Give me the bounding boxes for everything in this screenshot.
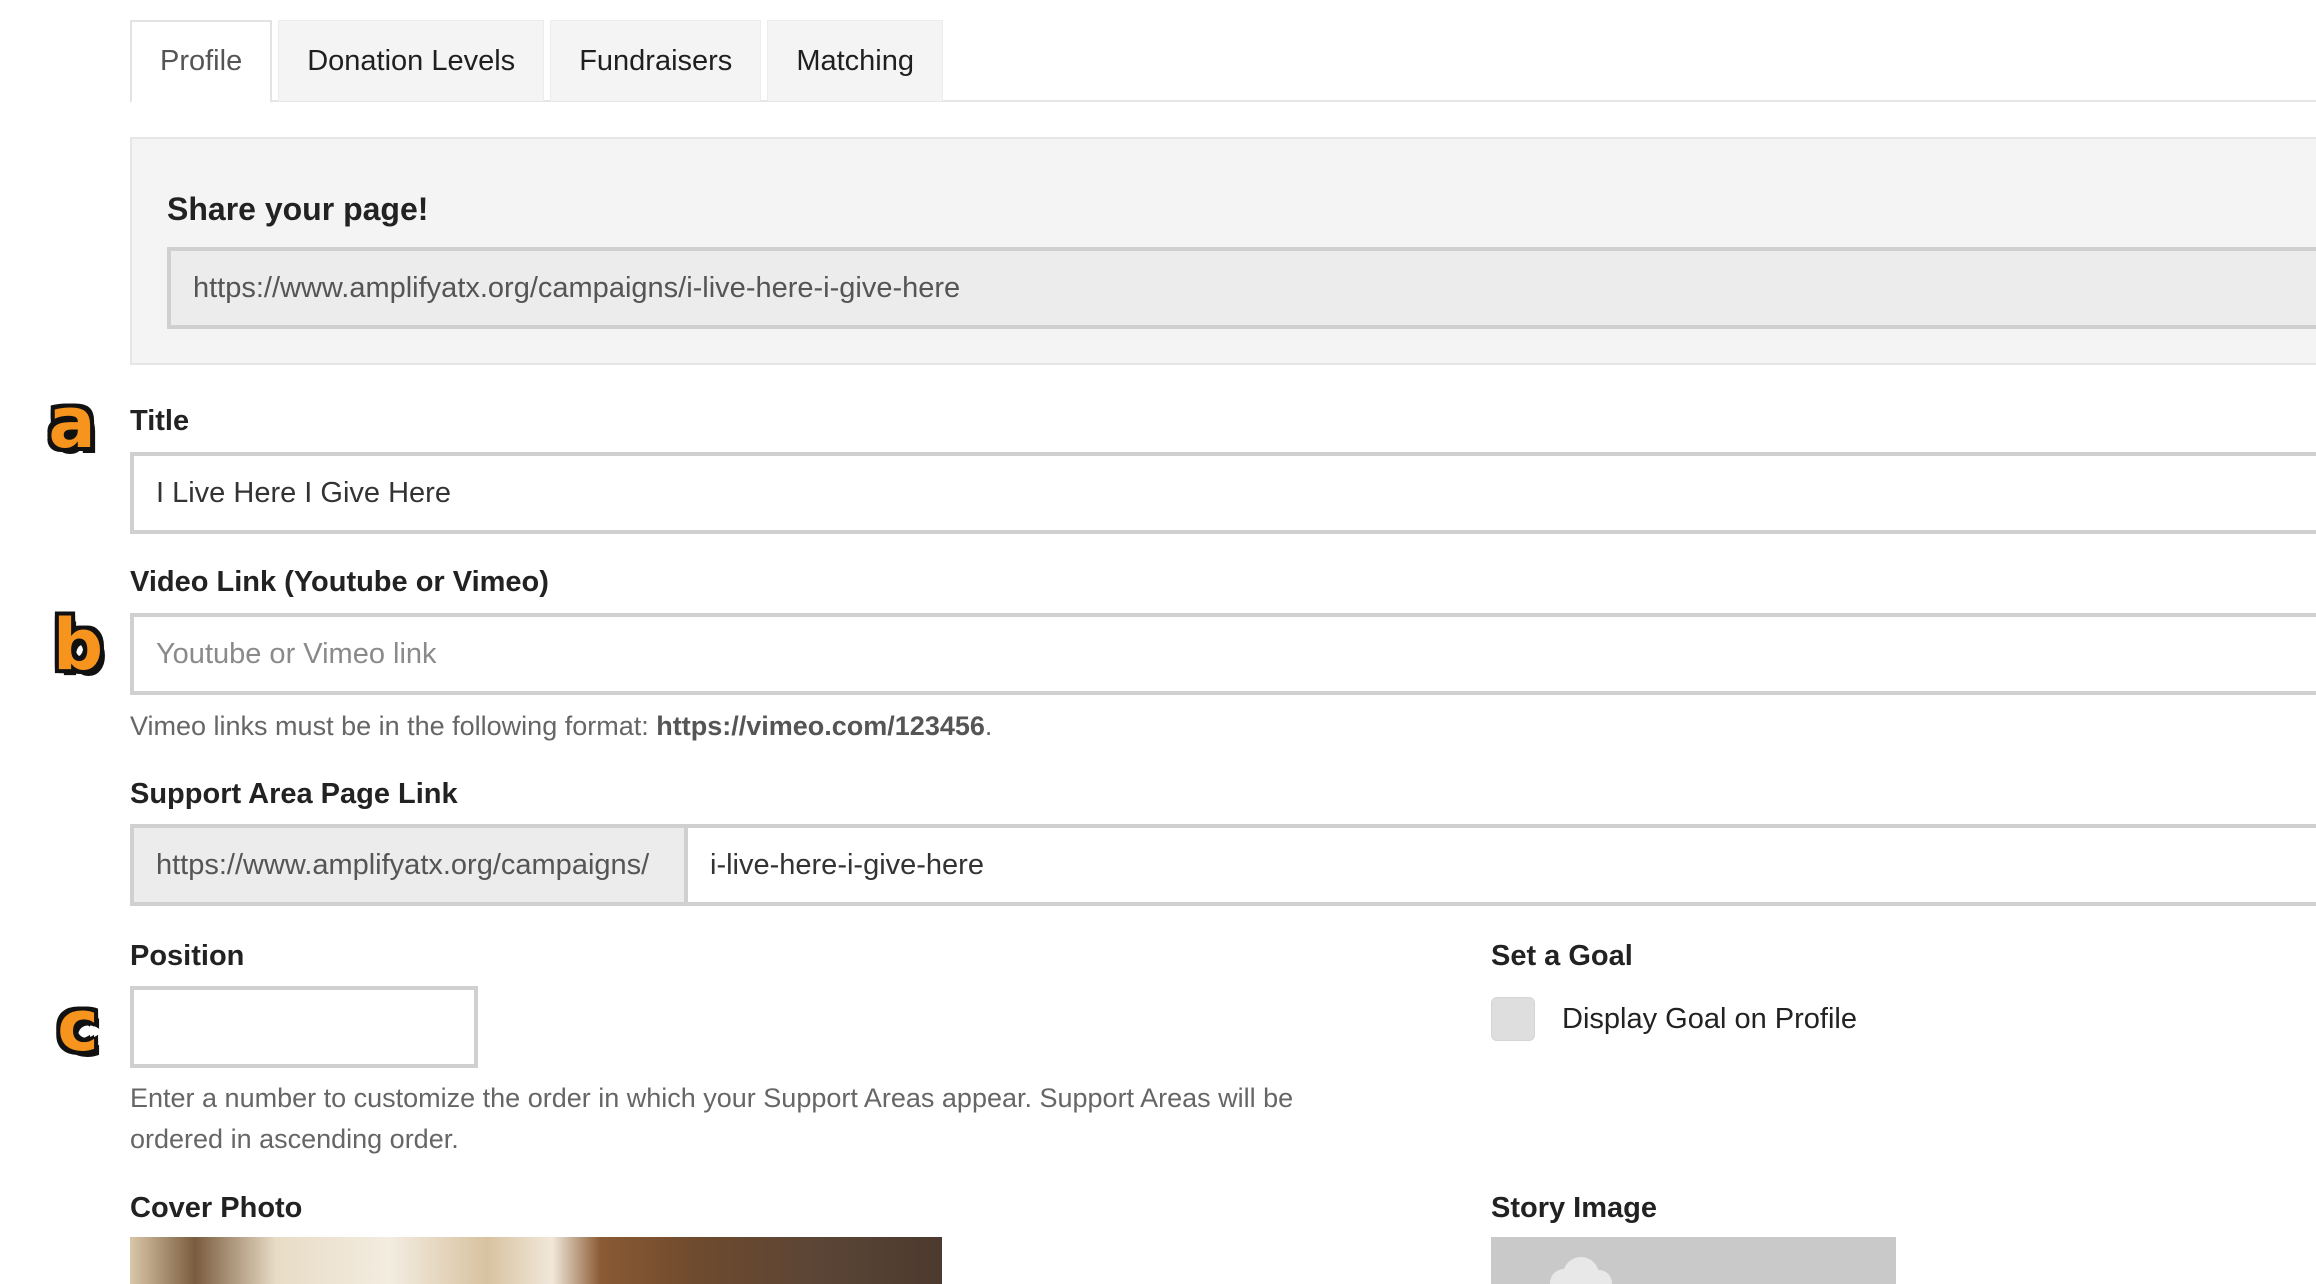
tab-fundraisers[interactable]: Fundraisers <box>550 20 762 101</box>
tab-profile[interactable]: Profile <box>130 20 273 103</box>
share-panel: Share your page! https://www.amplifyatx.… <box>130 137 2316 365</box>
cover-photo-preview[interactable] <box>130 1237 942 1284</box>
video-link-label: Video Link (Youtube or Vimeo) <box>130 566 549 598</box>
support-area-slug-input[interactable]: i-live-here-i-give-here <box>684 824 2316 906</box>
video-help-suffix: . <box>984 711 993 741</box>
title-label: Title <box>130 405 190 437</box>
display-goal-checkbox[interactable] <box>1491 997 1535 1041</box>
annotation-marker-a: a <box>48 382 96 464</box>
annotation-marker-c: c <box>57 985 99 1067</box>
video-link-placeholder: Youtube or Vimeo link <box>156 637 437 670</box>
support-area-link-label: Support Area Page Link <box>130 778 458 810</box>
upload-cloud-icon <box>1550 1257 1612 1284</box>
video-help-example: https://vimeo.com/123456 <box>656 711 985 741</box>
share-url-field[interactable]: https://www.amplifyatx.org/campaigns/i-l… <box>167 247 2316 329</box>
support-area-link-prefix: https://www.amplifyatx.org/campaigns/ <box>130 824 686 906</box>
display-goal-label: Display Goal on Profile <box>1562 1003 1857 1035</box>
share-heading: Share your page! <box>167 191 429 227</box>
tab-bar: Profile Donation Levels Fundraisers Matc… <box>130 20 949 103</box>
position-label: Position <box>130 940 245 972</box>
video-link-input[interactable]: Youtube or Vimeo link <box>130 613 2316 695</box>
story-image-preview[interactable] <box>1491 1237 1896 1284</box>
position-input[interactable] <box>130 986 478 1068</box>
tab-matching[interactable]: Matching <box>767 20 943 101</box>
story-image-label: Story Image <box>1491 1192 1657 1224</box>
title-input[interactable]: I Live Here I Give Here <box>130 452 2316 534</box>
position-help: Enter a number to customize the order in… <box>130 1083 1294 1154</box>
annotation-marker-b: b <box>52 604 104 686</box>
video-help-prefix: Vimeo links must be in the following for… <box>130 711 657 741</box>
cover-photo-label: Cover Photo <box>130 1192 303 1224</box>
tab-donation-levels[interactable]: Donation Levels <box>278 20 545 101</box>
video-link-help: Vimeo links must be in the following for… <box>130 706 992 747</box>
set-goal-label: Set a Goal <box>1491 940 1633 972</box>
